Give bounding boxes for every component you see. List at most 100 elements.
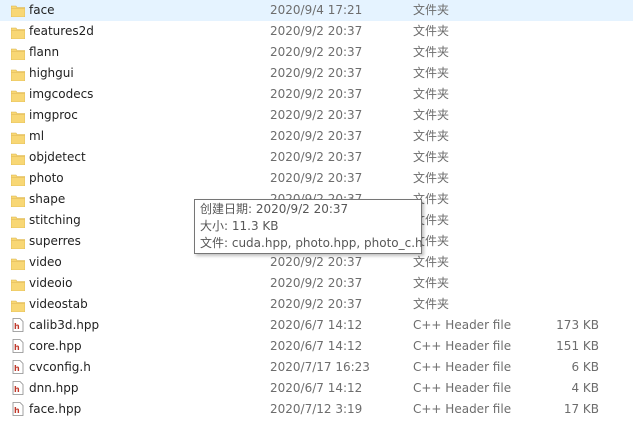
folder-icon [10, 109, 26, 124]
file-date: 2020/7/17 16:23 [270, 360, 370, 374]
file-type: 文件夹 [413, 150, 450, 164]
folder-icon [10, 67, 26, 82]
folder-icon [10, 172, 26, 187]
file-row[interactable]: objdetect 2020/9/2 20:37 文件夹 [0, 147, 633, 168]
header-file-icon: h [11, 339, 25, 353]
file-name: cvconfig.h [29, 360, 91, 374]
file-type: C++ Header file [413, 360, 512, 374]
file-date: 2020/9/2 20:37 [270, 276, 363, 290]
file-date: 2020/9/2 20:37 [270, 129, 363, 143]
svg-text:h: h [14, 364, 20, 373]
file-name: dnn.hpp [29, 381, 79, 395]
file-date: 2020/6/7 14:12 [270, 381, 363, 395]
tooltip-size: 大小: 11.3 KB [200, 219, 279, 233]
file-name: ml [29, 129, 45, 143]
file-name: face [29, 3, 55, 17]
file-name: flann [29, 45, 60, 59]
file-row[interactable]: imgproc 2020/9/2 20:37 文件夹 [0, 105, 633, 126]
file-type: 文件夹 [413, 108, 450, 122]
file-name: calib3d.hpp [29, 318, 100, 332]
folder-icon [10, 193, 26, 208]
file-name: imgproc [29, 108, 78, 122]
folder-icon [10, 277, 26, 292]
folder-icon [10, 25, 26, 40]
file-date: 2020/9/2 20:37 [270, 45, 363, 59]
file-date: 2020/9/2 20:37 [270, 255, 363, 269]
svg-text:h: h [14, 322, 20, 331]
file-type: 文件夹 [413, 129, 450, 143]
file-type: 文件夹 [413, 297, 450, 311]
folder-icon [10, 214, 26, 229]
file-row[interactable]: photo 2020/9/2 20:37 文件夹 [0, 168, 633, 189]
file-row[interactable]: h dnn.hpp 2020/6/7 14:12 C++ Header file 4 K… [0, 378, 633, 399]
file-name: photo [29, 171, 64, 185]
file-date: 2020/9/2 20:37 [270, 297, 363, 311]
file-size: 6 KB [571, 360, 599, 374]
file-row[interactable]: ml 2020/9/2 20:37 文件夹 [0, 126, 633, 147]
folder-icon [10, 130, 26, 145]
file-size: 151 KB [556, 339, 599, 353]
svg-text:h: h [14, 343, 20, 352]
folder-icon [10, 46, 26, 61]
file-row[interactable]: flann 2020/9/2 20:37 文件夹 [0, 42, 633, 63]
file-name: highgui [29, 66, 74, 80]
folder-info-tooltip: 创建日期: 2020/9/2 20:37 大小: 11.3 KB 文件: cud… [194, 199, 423, 254]
file-name: videoio [29, 276, 73, 290]
folder-icon [10, 298, 26, 313]
header-file-icon: h [11, 360, 25, 374]
header-file-icon: h [11, 402, 25, 416]
file-name: objdetect [29, 150, 86, 164]
folder-icon [10, 151, 26, 166]
file-name: stitching [29, 213, 81, 227]
file-type: 文件夹 [413, 45, 450, 59]
file-date: 2020/7/12 3:19 [270, 402, 363, 416]
file-size: 173 KB [556, 318, 599, 332]
file-row[interactable]: h cvconfig.h 2020/7/17 16:23 C++ Header fil… [0, 357, 633, 378]
header-file-icon: h [11, 381, 25, 395]
file-type: 文件夹 [413, 276, 450, 290]
file-type: 文件夹 [413, 3, 450, 17]
tooltip-files: 文件: cuda.hpp, photo.hpp, photo_c.h [200, 236, 423, 250]
file-row[interactable]: videoio 2020/9/2 20:37 文件夹 [0, 273, 633, 294]
file-size: 4 KB [571, 381, 599, 395]
file-row[interactable]: videostab 2020/9/2 20:37 文件夹 [0, 294, 633, 315]
file-row[interactable]: h calib3d.hpp 2020/6/7 14:12 C++ Header fil… [0, 315, 633, 336]
header-file-icon: h [11, 318, 25, 332]
file-row[interactable]: video 2020/9/2 20:37 文件夹 [0, 252, 633, 273]
file-date: 2020/9/4 17:21 [270, 3, 363, 17]
file-size: 17 KB [563, 402, 599, 416]
file-row[interactable]: h core.hpp 2020/6/7 14:12 C++ Header file 15… [0, 336, 633, 357]
file-type: C++ Header file [413, 381, 512, 395]
file-type: 文件夹 [413, 171, 450, 185]
file-name: imgcodecs [29, 87, 94, 101]
file-name: features2d [29, 24, 94, 38]
file-date: 2020/9/2 20:37 [270, 87, 363, 101]
file-row[interactable]: face 2020/9/4 17:21 文件夹 [0, 0, 633, 21]
svg-text:h: h [14, 385, 20, 394]
file-type: C++ Header file [413, 402, 512, 416]
file-row[interactable]: h face.hpp 2020/7/12 3:19 C++ Header file 17… [0, 399, 633, 420]
file-type: 文件夹 [413, 255, 450, 269]
folder-icon [10, 256, 26, 271]
file-name: core.hpp [29, 339, 82, 353]
file-date: 2020/6/7 14:12 [270, 339, 363, 353]
file-row[interactable]: highgui 2020/9/2 20:37 文件夹 [0, 63, 633, 84]
file-row[interactable]: imgcodecs 2020/9/2 20:37 文件夹 [0, 84, 633, 105]
file-type: C++ Header file [413, 339, 512, 353]
tooltip-created-date: 创建日期: 2020/9/2 20:37 [200, 202, 349, 216]
file-row[interactable]: features2d 2020/9/2 20:37 文件夹 [0, 21, 633, 42]
folder-icon [10, 235, 26, 250]
folder-icon [10, 88, 26, 103]
file-type: 文件夹 [413, 66, 450, 80]
file-name: video [29, 255, 62, 269]
file-date: 2020/9/2 20:37 [270, 24, 363, 38]
file-name: superres [29, 234, 81, 248]
file-name: shape [29, 192, 66, 206]
file-date: 2020/9/2 20:37 [270, 150, 363, 164]
file-date: 2020/9/2 20:37 [270, 66, 363, 80]
file-date: 2020/9/2 20:37 [270, 108, 363, 122]
svg-text:h: h [14, 406, 20, 415]
file-date: 2020/6/7 14:12 [270, 318, 363, 332]
file-name: videostab [29, 297, 88, 311]
file-type: C++ Header file [413, 318, 512, 332]
